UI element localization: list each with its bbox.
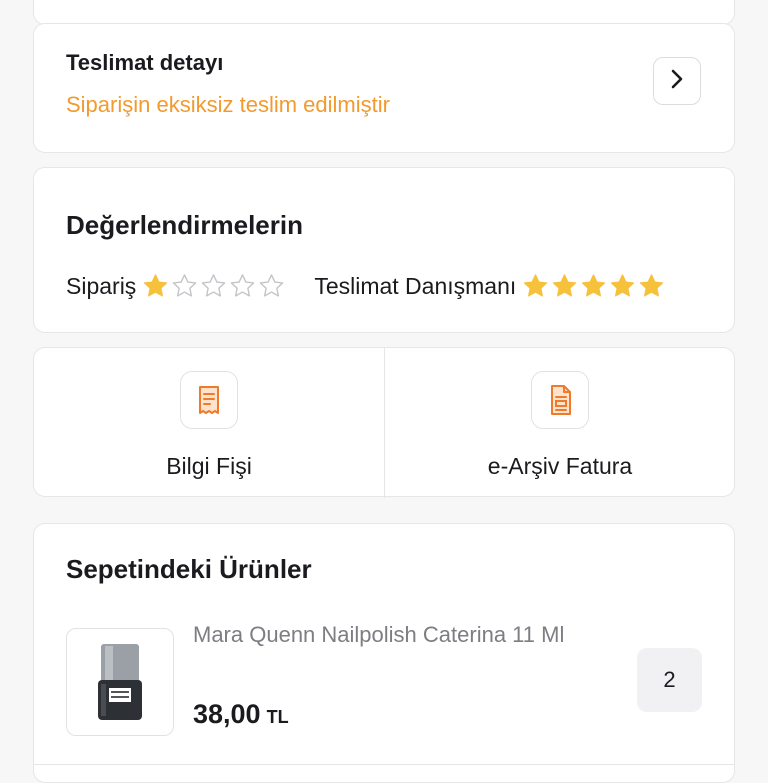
receipt-button[interactable]: Bilgi Fişi (34, 348, 384, 498)
basket-card: Sepetindeki Ürünler Mara Quenn Nailpolis… (33, 523, 735, 783)
star-empty-icon[interactable] (228, 272, 257, 300)
basket-divider (34, 764, 734, 765)
product-price: 38,00 TL (193, 699, 289, 730)
nail-polish-bottle-icon (98, 644, 142, 720)
product-name[interactable]: Mara Quenn Nailpolish Caterina 11 Ml (193, 620, 613, 650)
product-quantity: 2 (637, 648, 702, 712)
product-currency: TL (266, 707, 289, 727)
delivery-status: Siparişin eksiksiz teslim edilmiştir (66, 92, 390, 117)
ratings-row: Sipariş Teslimat Danışmanı (66, 272, 666, 300)
receipt-icon (180, 371, 238, 429)
order-rating-stars[interactable] (141, 272, 286, 300)
product-price-value: 38,00 (193, 699, 261, 729)
courier-rating-stars[interactable] (521, 272, 666, 300)
invoice-document-icon (531, 371, 589, 429)
receipt-label: Bilgi Fişi (166, 453, 252, 479)
star-filled-icon[interactable] (637, 272, 666, 300)
ratings-card: Değerlendirmelerin Sipariş Teslimat Danı… (33, 167, 735, 333)
documents-card: Bilgi Fişi e-Arşiv Fatura (33, 347, 735, 498)
basket-title: Sepetindeki Ürünler (66, 554, 312, 584)
star-filled-icon[interactable] (141, 272, 170, 300)
order-rating-label: Sipariş (66, 272, 137, 299)
star-filled-icon[interactable] (579, 272, 608, 300)
star-empty-icon[interactable] (257, 272, 286, 300)
courier-rating-label: Teslimat Danışmanı (314, 272, 517, 299)
star-filled-icon[interactable] (608, 272, 637, 300)
ratings-title: Değerlendirmelerin (66, 210, 303, 240)
star-filled-icon[interactable] (550, 272, 579, 300)
star-empty-icon[interactable] (170, 272, 199, 300)
invoice-button[interactable]: e-Arşiv Fatura (385, 348, 735, 498)
delivery-card[interactable]: Teslimat detayı Siparişin eksiksiz tesli… (33, 23, 735, 153)
chevron-right-icon (670, 69, 684, 94)
invoice-label: e-Arşiv Fatura (487, 453, 633, 479)
star-filled-icon[interactable] (521, 272, 550, 300)
star-empty-icon[interactable] (199, 272, 228, 300)
delivery-title: Teslimat detayı (66, 50, 224, 75)
product-image[interactable] (66, 628, 174, 736)
delivery-detail-button[interactable] (653, 57, 701, 105)
previous-card (33, 0, 735, 25)
